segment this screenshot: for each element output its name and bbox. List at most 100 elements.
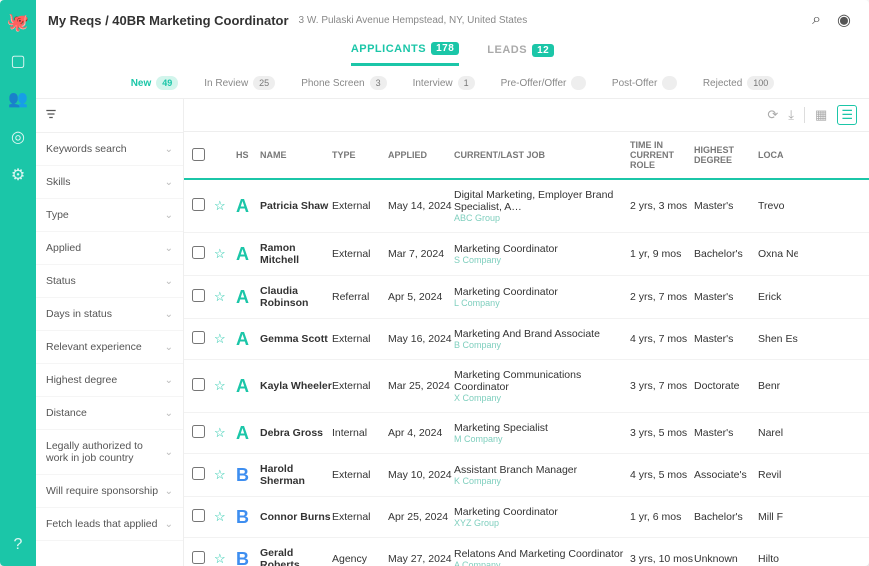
location: Revil bbox=[758, 469, 798, 481]
applicant-type: External bbox=[332, 511, 388, 523]
hs-badge: A bbox=[236, 196, 249, 216]
user-avatar-icon[interactable]: ◉ bbox=[837, 10, 851, 30]
filter-will-require-sponsorship[interactable]: Will require sponsorship⌄ bbox=[36, 475, 183, 508]
applicant-name[interactable]: Gemma Scott bbox=[260, 333, 332, 345]
filter-legally-authorized-to-work-in-job-country[interactable]: Legally authorized to work in job countr… bbox=[36, 430, 183, 475]
highest-degree: Doctorate bbox=[694, 380, 758, 392]
chevron-down-icon: ⌄ bbox=[165, 144, 173, 155]
star-icon[interactable]: ☆ bbox=[214, 331, 226, 346]
applied-date: Mar 25, 2024 bbox=[388, 380, 454, 392]
star-icon[interactable]: ☆ bbox=[214, 289, 226, 304]
row-checkbox[interactable] bbox=[192, 378, 205, 391]
nav-reqs-icon[interactable]: ▢ bbox=[10, 51, 25, 71]
location: Oxna Nebr bbox=[758, 248, 798, 260]
col-type[interactable]: TYPE bbox=[332, 150, 388, 160]
view-list-icon[interactable]: ☰ bbox=[837, 105, 857, 125]
row-checkbox[interactable] bbox=[192, 198, 205, 211]
star-icon[interactable]: ☆ bbox=[214, 425, 226, 440]
row-checkbox[interactable] bbox=[192, 246, 205, 259]
row-checkbox[interactable] bbox=[192, 509, 205, 522]
star-icon[interactable]: ☆ bbox=[214, 509, 226, 524]
stage-phone-screen[interactable]: Phone Screen3 bbox=[301, 76, 386, 90]
star-icon[interactable]: ☆ bbox=[214, 246, 226, 261]
applicant-name[interactable]: Debra Gross bbox=[260, 427, 332, 439]
applicant-name[interactable]: Harold Sherman bbox=[260, 463, 332, 487]
chevron-down-icon: ⌄ bbox=[165, 243, 173, 254]
row-checkbox[interactable] bbox=[192, 551, 205, 564]
action-refresh-icon[interactable]: ⟳ bbox=[767, 107, 778, 123]
filter-days-in-status[interactable]: Days in status⌄ bbox=[36, 298, 183, 331]
stage-post-offer[interactable]: Post-Offer bbox=[612, 76, 677, 90]
chevron-down-icon: ⌄ bbox=[165, 276, 173, 287]
stage-interview[interactable]: Interview1 bbox=[413, 76, 475, 90]
row-checkbox[interactable] bbox=[192, 331, 205, 344]
filter-fetch-leads-that-applied[interactable]: Fetch leads that applied⌄ bbox=[36, 508, 183, 541]
table-row[interactable]: ☆ADebra GrossInternalApr 4, 2024Marketin… bbox=[184, 413, 869, 454]
row-checkbox[interactable] bbox=[192, 425, 205, 438]
table-row[interactable]: ☆AClaudia RobinsonReferralApr 5, 2024Mar… bbox=[184, 276, 869, 319]
tab-leads[interactable]: LEADS12 bbox=[487, 42, 554, 66]
col-hs[interactable]: HS bbox=[236, 150, 260, 160]
table-row[interactable]: ☆BGerald RobertsAgencyMay 27, 2024Relato… bbox=[184, 538, 869, 566]
col-applied[interactable]: APPLIED bbox=[388, 150, 454, 160]
stage-new[interactable]: New49 bbox=[131, 76, 179, 90]
applicant-name[interactable]: Gerald Roberts bbox=[260, 547, 332, 566]
search-icon[interactable]: ⌕ bbox=[812, 11, 821, 29]
applicant-name[interactable]: Kayla Wheeler bbox=[260, 380, 332, 392]
applicant-name[interactable]: Ramon Mitchell bbox=[260, 242, 332, 266]
nav-search-icon[interactable]: ◎ bbox=[11, 127, 25, 147]
select-all-checkbox[interactable] bbox=[192, 148, 205, 161]
nav-people-icon[interactable]: 👥 bbox=[8, 89, 28, 109]
filter-relevant-experience[interactable]: Relevant experience⌄ bbox=[36, 331, 183, 364]
time-in-role: 2 yrs, 7 mos bbox=[630, 291, 694, 303]
row-checkbox[interactable] bbox=[192, 289, 205, 302]
star-icon[interactable]: ☆ bbox=[214, 551, 226, 566]
breadcrumb[interactable]: My Reqs / 40BR Marketing Coordinator bbox=[48, 13, 289, 28]
star-icon[interactable]: ☆ bbox=[214, 198, 226, 213]
filter-highest-degree[interactable]: Highest degree⌄ bbox=[36, 364, 183, 397]
filter-keywords-search[interactable]: Keywords search⌄ bbox=[36, 133, 183, 166]
tab-applicants[interactable]: APPLICANTS178 bbox=[351, 42, 459, 66]
col-name[interactable]: NAME bbox=[260, 150, 332, 160]
table-row[interactable]: ☆ARamon MitchellExternalMar 7, 2024Marke… bbox=[184, 233, 869, 276]
stage-rejected[interactable]: Rejected100 bbox=[703, 76, 775, 90]
col-time[interactable]: TIME IN CURRENT ROLE bbox=[630, 140, 694, 170]
job-title: Digital Marketing, Employer Brand Specia… bbox=[454, 189, 630, 213]
applicant-type: External bbox=[332, 469, 388, 481]
star-icon[interactable]: ☆ bbox=[214, 467, 226, 482]
applicant-type: Referral bbox=[332, 291, 388, 303]
highest-degree: Master's bbox=[694, 200, 758, 212]
stage-pre-offer-offer[interactable]: Pre-Offer/Offer bbox=[501, 76, 586, 90]
filter-distance[interactable]: Distance⌄ bbox=[36, 397, 183, 430]
table-row[interactable]: ☆BHarold ShermanExternalMay 10, 2024Assi… bbox=[184, 454, 869, 497]
col-job[interactable]: CURRENT/LAST JOB bbox=[454, 150, 630, 160]
filter-skills[interactable]: Skills⌄ bbox=[36, 166, 183, 199]
stage-in-review[interactable]: In Review25 bbox=[204, 76, 275, 90]
applicant-name[interactable]: Connor Burns bbox=[260, 511, 332, 523]
chevron-down-icon: ⌄ bbox=[165, 342, 173, 353]
filter-settings-icon[interactable] bbox=[36, 99, 183, 133]
applied-date: May 14, 2024 bbox=[388, 200, 454, 212]
col-location[interactable]: LOCA bbox=[758, 150, 798, 160]
applied-date: Apr 5, 2024 bbox=[388, 291, 454, 303]
nav-help-icon[interactable]: ? bbox=[14, 536, 23, 554]
table-row[interactable]: ☆AKayla WheelerExternalMar 25, 2024Marke… bbox=[184, 360, 869, 413]
table-row[interactable]: ☆BConnor BurnsExternalApr 25, 2024Market… bbox=[184, 497, 869, 538]
row-checkbox[interactable] bbox=[192, 467, 205, 480]
view-card-icon[interactable]: ▦ bbox=[815, 107, 827, 123]
nav-settings-icon[interactable]: ⚙ bbox=[11, 165, 25, 185]
applicant-name[interactable]: Claudia Robinson bbox=[260, 285, 332, 309]
filter-type[interactable]: Type⌄ bbox=[36, 199, 183, 232]
hs-badge: A bbox=[236, 244, 249, 264]
filter-status[interactable]: Status⌄ bbox=[36, 265, 183, 298]
filter-applied[interactable]: Applied⌄ bbox=[36, 232, 183, 265]
col-degree[interactable]: HIGHEST DEGREE bbox=[694, 145, 758, 165]
table-header: HS NAME TYPE APPLIED CURRENT/LAST JOB TI… bbox=[184, 132, 869, 180]
job-title: Marketing Communications Coordinator bbox=[454, 369, 630, 393]
table-row[interactable]: ☆APatricia ShawExternalMay 14, 2024Digit… bbox=[184, 180, 869, 233]
action-export-icon[interactable]: ⤓ bbox=[788, 107, 794, 123]
applicant-name[interactable]: Patricia Shaw bbox=[260, 200, 332, 212]
table-row[interactable]: ☆AGemma ScottExternalMay 16, 2024Marketi… bbox=[184, 319, 869, 360]
star-icon[interactable]: ☆ bbox=[214, 378, 226, 393]
job-company: M Company bbox=[454, 434, 630, 444]
